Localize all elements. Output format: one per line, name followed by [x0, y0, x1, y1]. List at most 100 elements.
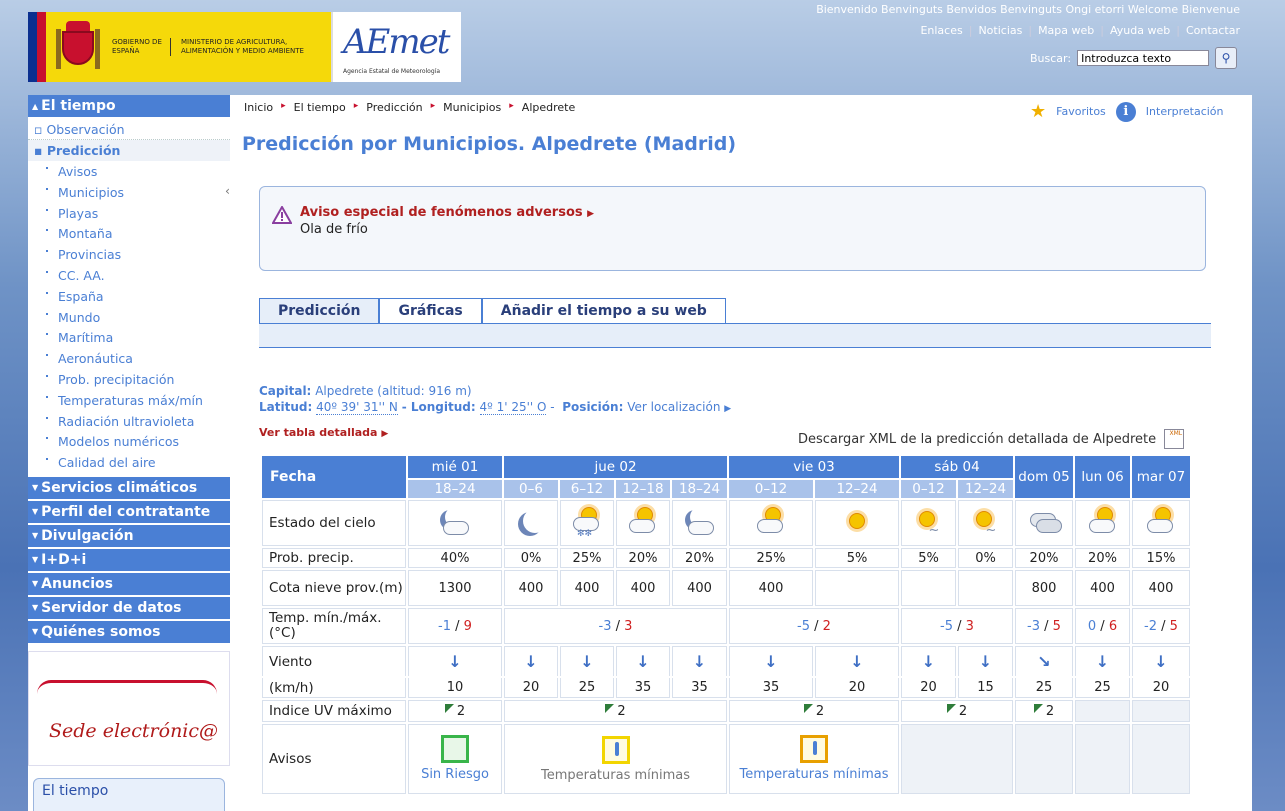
star-icon[interactable]: ★ — [1030, 101, 1046, 122]
tab-anadir-tiempo[interactable]: Añadir el tiempo a su web — [481, 298, 726, 323]
ver-localizacion-link[interactable]: Ver localización — [627, 400, 720, 414]
forecast-table: Fecha mié 01 jue 02 vie 03 sáb 04 dom 05… — [260, 454, 1192, 796]
wind-speed-cell: 35 — [729, 678, 813, 698]
sun-thin-cloud-icon: ~ — [911, 503, 947, 539]
breadcrumb-prediccion[interactable]: Predicción — [366, 101, 422, 114]
period-header: 12–18 — [616, 480, 670, 498]
el-tiempo-box: El tiempo — [33, 777, 225, 811]
ver-tabla-detallada-link[interactable]: Ver tabla detallada ▶ — [259, 426, 388, 439]
sidebar-item-prob-precipitacion[interactable]: Prob. precipitación — [28, 369, 230, 390]
aviso-cell-empty — [1132, 724, 1190, 794]
tab-bar: Predicción Gráficas Añadir el tiempo a s… — [259, 298, 1211, 348]
wind-speed-cell: 25 — [1075, 678, 1130, 698]
wind-speed-cell: 20 — [504, 678, 558, 698]
sidebar-section-servidor-datos[interactable]: ▼ Servidor de datos — [28, 596, 230, 619]
longitud-value: 4º 1' 25'' O — [479, 400, 547, 415]
prob-cell: 20% — [1015, 548, 1073, 568]
prob-cell: 15% — [1132, 548, 1190, 568]
link-noticias[interactable]: Noticias — [978, 24, 1022, 37]
period-header: 18–24 — [408, 480, 502, 498]
sidebar-item-avisos[interactable]: Avisos — [28, 161, 230, 182]
sidebar-item-prediccion[interactable]: ▪ Predicción — [28, 140, 230, 161]
breadcrumb-inicio[interactable]: Inicio — [244, 101, 273, 114]
sidebar-item-calidad-aire[interactable]: Calidad del aire — [28, 452, 230, 473]
wind-speed-cell: 35 — [672, 678, 727, 698]
sidebar-item-modelos-numericos[interactable]: Modelos numéricos — [28, 431, 230, 452]
wind-arrow-south-icon: ↓ — [692, 652, 707, 671]
aviso-temp-minimas-link[interactable]: Temperaturas mínimas — [505, 768, 726, 783]
sidebar-item-mundo[interactable]: Mundo — [28, 307, 230, 328]
sede-electronica-banner[interactable]: Sede electrónic@ — [28, 650, 230, 766]
sidebar-item-provincias[interactable]: Provincias — [28, 244, 230, 265]
search-input[interactable] — [1077, 50, 1210, 66]
temp-cell: 0 / 6 — [1075, 608, 1130, 644]
link-mapa-web[interactable]: Mapa web — [1038, 24, 1094, 37]
breadcrumb-el-tiempo[interactable]: El tiempo — [294, 101, 346, 114]
aviso-sin-riesgo-link[interactable]: Sin Riesgo — [409, 767, 501, 783]
sidebar-section-servicios-climaticos[interactable]: ▼ Servicios climáticos — [28, 476, 230, 499]
xml-text[interactable]: Descargar XML de la predicción detallada… — [798, 432, 1156, 447]
welcome-text: Bienvenido Benvinguts Benvidos Benvingut… — [816, 3, 1240, 16]
download-xml[interactable]: Descargar XML de la predicción detallada… — [798, 429, 1185, 449]
tab-prediccion[interactable]: Predicción — [259, 298, 380, 323]
period-header: 12–24 — [958, 480, 1013, 498]
alert-title-link[interactable]: Aviso especial de fenómenos adversos ▶ — [300, 205, 1205, 220]
sede-text: Sede electrónic@ — [49, 719, 219, 742]
prob-cell: 40% — [408, 548, 502, 568]
xml-icon[interactable]: XML — [1164, 429, 1185, 449]
search-label: Buscar: — [1030, 51, 1072, 65]
aviso-temp-minimas-link[interactable]: Temperaturas mínimas — [730, 767, 898, 783]
sun-icon — [839, 503, 875, 539]
sidebar-item-municipios[interactable]: Municipios — [28, 181, 230, 203]
sidebar-item-playas[interactable]: Playas — [28, 203, 230, 224]
prob-cell: 20% — [616, 548, 670, 568]
uv-cell: 2 — [729, 700, 899, 722]
day-header: sáb 04 — [901, 456, 1013, 478]
sidebar-item-maritima[interactable]: Marítima — [28, 327, 230, 348]
tab-graficas[interactable]: Gráficas — [379, 298, 482, 323]
day-header: dom 05 — [1015, 456, 1073, 498]
sidebar-item-ccaa[interactable]: CC. AA. — [28, 265, 230, 286]
wind-arrow-south-icon: ↓ — [524, 652, 538, 671]
breadcrumb-municipios[interactable]: Municipios — [443, 101, 501, 114]
link-ayuda-web[interactable]: Ayuda web — [1110, 24, 1170, 37]
warning-icon — [272, 206, 292, 224]
sidebar-item-montana[interactable]: Montaña — [28, 223, 230, 244]
day-header: mar 07 — [1132, 456, 1190, 498]
sidebar-section-divulgacion[interactable]: ▼ Divulgación — [28, 524, 230, 547]
temp-cell: -1 / 9 — [408, 608, 502, 644]
link-contactar[interactable]: Contactar — [1186, 24, 1240, 37]
period-header: 0–12 — [729, 480, 813, 498]
row-label-prob-precip: Prob. precip. — [262, 548, 406, 568]
sidebar-item-radiacion-uv[interactable]: Radiación ultravioleta — [28, 411, 230, 432]
gobierno-logo[interactable]: GOBIERNO DE ESPAÑA MINISTERIO DE AGRICUL… — [28, 12, 331, 82]
wind-arrow-south-icon: ↓ — [850, 652, 864, 671]
aviso-cell[interactable]: Temperaturas mínimas — [729, 724, 899, 794]
sidebar-item-temperaturas[interactable]: Temperaturas máx/mín — [28, 390, 230, 411]
sidebar-section-anuncios[interactable]: ▼ Anuncios — [28, 572, 230, 595]
row-label-uv: Indice UV máximo — [262, 700, 406, 722]
favoritos-link[interactable]: Favoritos — [1056, 105, 1106, 118]
link-enlaces[interactable]: Enlaces — [920, 24, 962, 37]
sidebar-section-idi[interactable]: ▼ I+D+i — [28, 548, 230, 571]
aemet-logo[interactable]: AEmet Agencia Estatal de Meteorología — [331, 12, 461, 82]
sidebar-section-quienes-somos[interactable]: ▼ Quiénes somos — [28, 620, 230, 643]
main-content: Inicio ▸ El tiempo ▸ Predicción ▸ Municipio… — [230, 95, 1252, 811]
sidebar-item-aeronautica[interactable]: Aeronáutica — [28, 348, 230, 369]
row-label-cota-nieve: Cota nieve prov.(m) — [262, 570, 406, 606]
wind-arrow-south-icon: ↓ — [764, 652, 778, 671]
aviso-cell[interactable]: Sin Riesgo — [408, 724, 502, 794]
snow-cloudy-icon: ✻✻ — [569, 503, 605, 539]
aviso-cell[interactable]: Temperaturas mínimas — [504, 724, 727, 794]
interpretacion-link[interactable]: Interpretación — [1146, 105, 1224, 118]
search-button[interactable]: ⚲ — [1215, 47, 1238, 69]
page-actions: ★ Favoritos i Interpretación — [1030, 101, 1224, 122]
info-icon[interactable]: i — [1115, 101, 1136, 122]
wind-arrow-south-icon: ↓ — [978, 652, 993, 671]
sidebar-section-perfil-contratante[interactable]: ▼ Perfil del contratante — [28, 500, 230, 523]
sidebar-item-observacion[interactable]: ▫ Observación — [28, 119, 230, 140]
sidebar-item-espana[interactable]: España — [28, 286, 230, 307]
wind-speed-cell: 20 — [901, 678, 956, 698]
sidebar-section-el-tiempo[interactable]: ▲ El tiempo — [28, 95, 230, 117]
sidebar: ▲ El tiempo ▫ Observación ▪ Predicción Av… — [28, 95, 230, 811]
